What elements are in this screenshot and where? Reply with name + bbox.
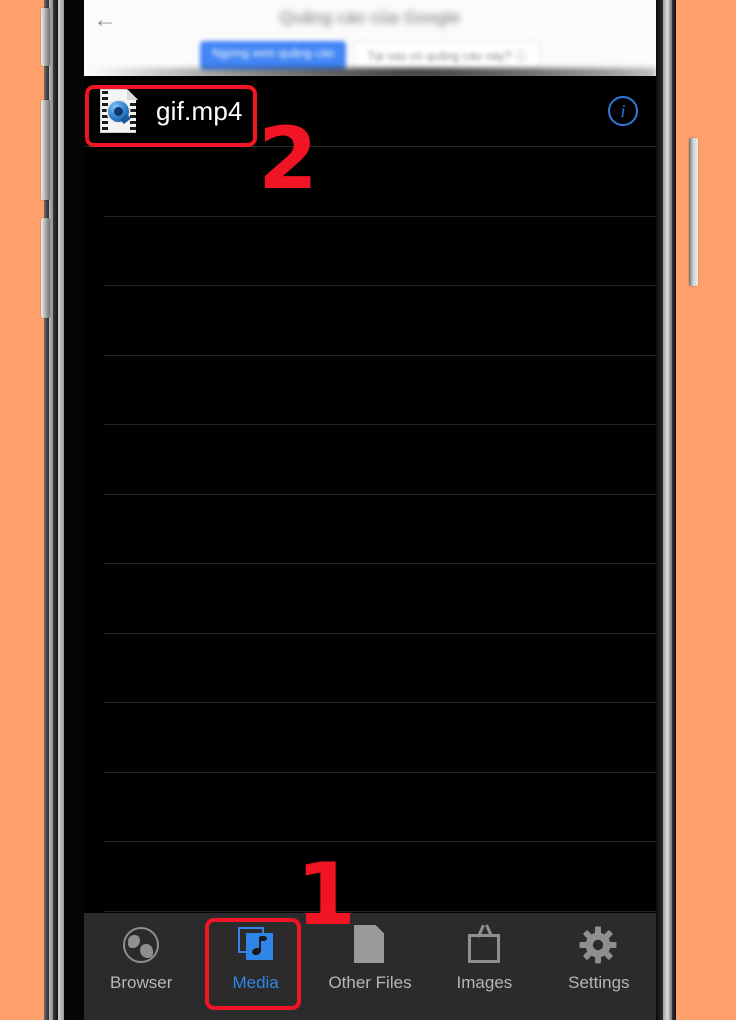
screenshot-stage: ← Quảng cáo của Google Ngừng xem quảng c…: [0, 0, 736, 1020]
list-item: [104, 564, 656, 634]
tab-images[interactable]: Images: [427, 924, 541, 993]
mute-switch-button[interactable]: [41, 8, 50, 66]
annotation-marker-2: 2: [258, 109, 318, 209]
tab-settings[interactable]: Settings: [542, 925, 656, 993]
tab-label: Other Files: [328, 973, 412, 992]
tab-label: Browser: [110, 973, 173, 992]
list-item: [104, 425, 656, 495]
list-item: [104, 634, 656, 703]
list-item: [104, 773, 656, 842]
tab-browser[interactable]: Browser: [84, 925, 198, 993]
stop-seeing-ad-button[interactable]: Ngừng xem quảng cáo: [200, 41, 347, 70]
list-item[interactable]: gif.mp4 i: [84, 76, 656, 147]
list-item: [104, 495, 656, 564]
tab-label: Settings: [568, 973, 630, 992]
quicktime-video-file-icon: [100, 89, 138, 133]
list-item: [104, 356, 656, 425]
phone-frame-right-bezel: [656, 0, 663, 1020]
volume-down-button[interactable]: [41, 218, 50, 318]
bottom-tab-bar: Browser Media Other Files Images Setting…: [84, 913, 656, 1020]
tab-label: Images: [456, 973, 513, 992]
list-item: [104, 286, 656, 356]
phone-frame-right-edge: [672, 0, 676, 1020]
volume-up-button[interactable]: [41, 100, 50, 200]
media-file-list: gif.mp4 i: [84, 76, 656, 913]
ad-banner-title: Quảng cáo của Google: [279, 8, 461, 27]
list-item: [104, 703, 656, 773]
phone-frame-left-bezel: [64, 0, 84, 1020]
why-this-ad-button[interactable]: Tại sao có quảng cáo này? ⓘ: [354, 41, 540, 70]
ad-banner-buttons: Ngừng xem quảng cáo Tại sao có quảng cáo…: [84, 41, 656, 70]
phone-screen: ← Quảng cáo của Google Ngừng xem quảng c…: [84, 0, 656, 1020]
file-name-label: gif.mp4: [156, 95, 243, 126]
power-button[interactable]: [689, 138, 698, 286]
gear-icon: [578, 925, 620, 965]
tab-label: Media: [232, 973, 279, 992]
list-item: [104, 842, 656, 912]
annotation-marker-1: 1: [296, 845, 356, 945]
google-ad-banner: ← Quảng cáo của Google Ngừng xem quảng c…: [84, 0, 656, 76]
picture-frame-icon: [463, 924, 505, 965]
list-item: [104, 217, 656, 286]
list-item: [104, 147, 656, 217]
globe-icon: [120, 925, 162, 965]
media-note-icon: [235, 925, 277, 965]
info-circle-icon[interactable]: i: [608, 96, 638, 126]
